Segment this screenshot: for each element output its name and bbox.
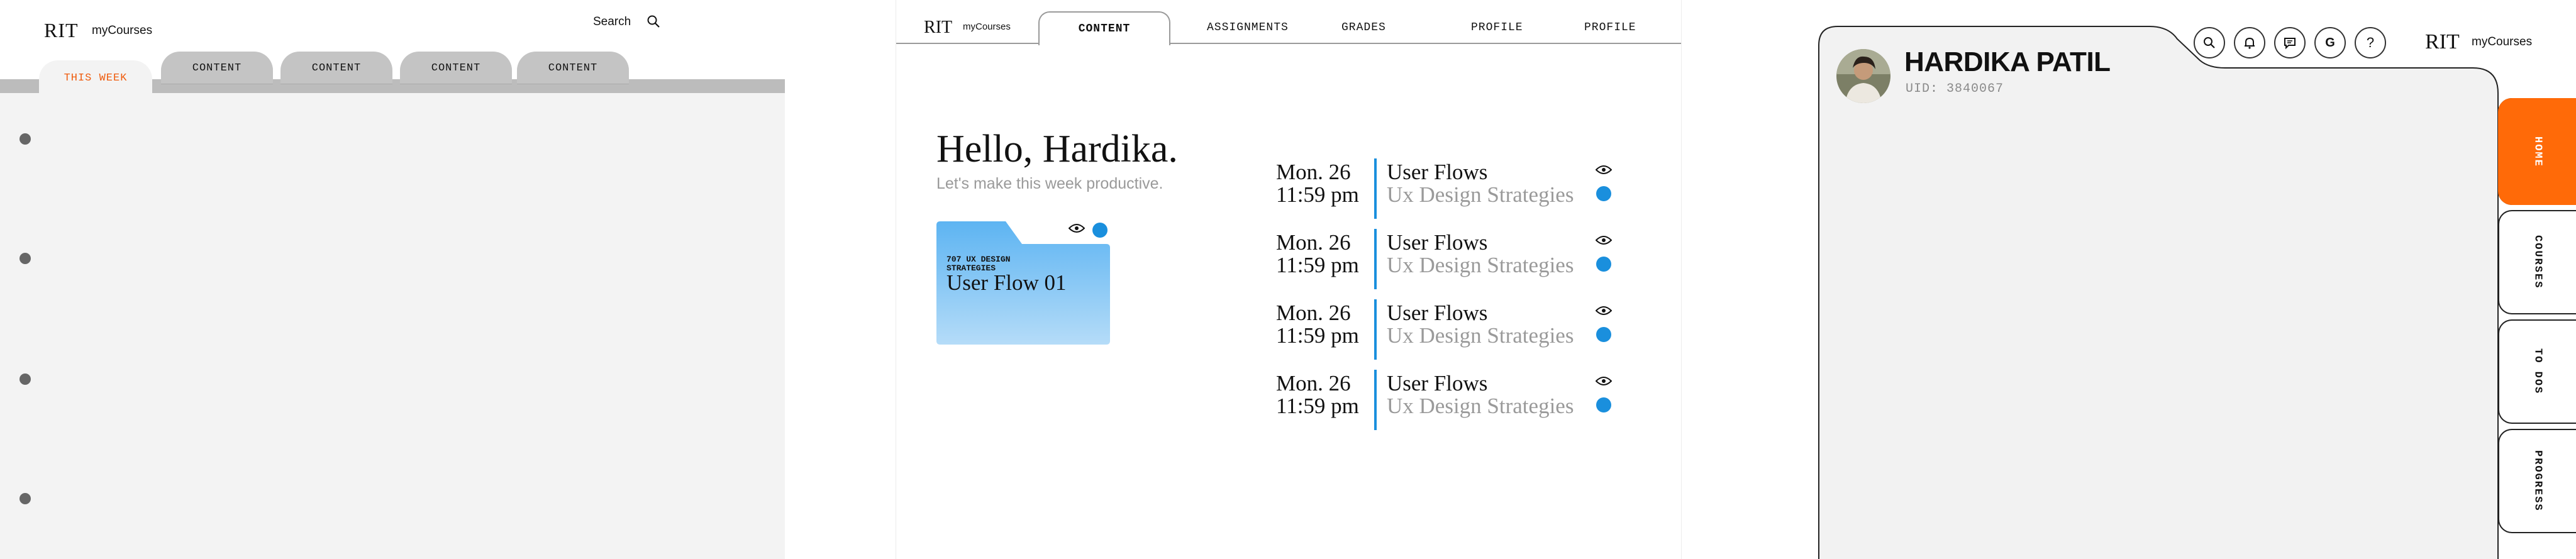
deadline-date: Mon. 26	[1276, 160, 1351, 184]
tab-label: CONTENT	[311, 62, 362, 74]
deadline-course: Ux Design Strategies	[1387, 182, 1574, 207]
tab-this-week[interactable]: THIS WEEK	[39, 60, 152, 96]
user-name: HARDIKA PATIL	[1904, 47, 2111, 77]
deadline-item[interactable]: Mon. 26 11:59 pm User Flows Ux Design St…	[1276, 229, 1628, 289]
status-dot-icon[interactable]	[1596, 397, 1611, 412]
rit-logo[interactable]: RIT	[2425, 30, 2460, 54]
deadline-divider	[1374, 299, 1377, 360]
eye-icon[interactable]	[1596, 376, 1612, 386]
tab-profile[interactable]: PROFILE	[1471, 21, 1523, 34]
tab-assignments[interactable]: ASSIGNMENTS	[1207, 21, 1289, 34]
deadline-course: Ux Design Strategies	[1387, 253, 1574, 277]
rit-logo[interactable]: RIT	[44, 19, 79, 42]
deadline-datetime: Mon. 26 11:59 pm	[1276, 231, 1359, 277]
tab-content[interactable]: CONTENT	[1038, 11, 1170, 45]
tab-label: CONTENT	[431, 62, 481, 74]
help-icon: ?	[2366, 35, 2375, 50]
help-button[interactable]: ?	[2355, 27, 2386, 58]
deadline-datetime: Mon. 26 11:59 pm	[1276, 372, 1359, 418]
google-button[interactable]: G	[2314, 27, 2346, 58]
panel-content: RIT myCourses CONTENT ASSIGNMENTS GRADES…	[896, 0, 1682, 559]
tab-grades[interactable]: GRADES	[1341, 21, 1386, 34]
side-tab-label: COURSES	[2531, 235, 2544, 289]
deadline-date: Mon. 26	[1276, 371, 1351, 396]
side-tab-todos[interactable]: TO DOS	[2498, 319, 2576, 424]
mycourses-logo[interactable]: myCourses	[963, 21, 1011, 32]
deadline-title: User Flows	[1387, 230, 1488, 255]
tab-label: CONTENT	[192, 62, 242, 74]
user-uid: UID: 3840067	[1906, 82, 2004, 96]
eye-icon[interactable]	[1069, 223, 1085, 233]
deadline-time: 11:59 pm	[1276, 323, 1359, 348]
tab-profile[interactable]: PROFILE	[1584, 21, 1636, 34]
search-icon	[2204, 37, 2215, 48]
tab-label: CONTENT	[1078, 23, 1131, 35]
deadline-title: User Flows	[1387, 371, 1488, 396]
tab-label: CONTENT	[548, 62, 598, 74]
search-label[interactable]: Search	[593, 15, 631, 29]
deadline-divider	[1374, 229, 1377, 289]
side-tab-label: HOME	[2531, 136, 2544, 167]
deadline-course: Ux Design Strategies	[1387, 394, 1574, 418]
eye-icon[interactable]	[1596, 235, 1612, 245]
tab-content[interactable]: CONTENT	[280, 52, 392, 84]
search-button[interactable]	[2194, 27, 2225, 58]
top-nav	[896, 0, 1681, 44]
deadline-divider	[1374, 158, 1377, 219]
eye-icon[interactable]	[1596, 165, 1612, 175]
status-dot-icon[interactable]	[1596, 257, 1611, 272]
deadline-time: 11:59 pm	[1276, 182, 1359, 207]
mycourses-logo[interactable]: myCourses	[92, 24, 152, 38]
deadline-date: Mon. 26	[1276, 301, 1351, 325]
binder-hole	[19, 253, 31, 264]
content-area	[0, 93, 785, 559]
status-dot-icon[interactable]	[1596, 186, 1611, 201]
status-dot-icon[interactable]	[1596, 327, 1611, 342]
tab-label: THIS WEEK	[64, 72, 128, 84]
side-tab-courses[interactable]: COURSES	[2498, 210, 2576, 314]
search-icon[interactable]	[647, 14, 660, 28]
side-tab-label: TO DOS	[2531, 348, 2544, 395]
chat-icon	[2284, 38, 2296, 50]
messages-button[interactable]	[2274, 27, 2306, 58]
avatar-photo	[1836, 49, 1890, 103]
status-dot-icon[interactable]	[1092, 223, 1108, 238]
deadline-time: 11:59 pm	[1276, 253, 1359, 277]
folder-name: User Flow 01	[947, 270, 1067, 295]
deadline-time: 11:59 pm	[1276, 394, 1359, 418]
google-icon: G	[2325, 35, 2335, 50]
tab-content[interactable]: CONTENT	[517, 52, 629, 84]
deadline-title: User Flows	[1387, 301, 1488, 325]
deadline-datetime: Mon. 26 11:59 pm	[1276, 302, 1359, 347]
greeting-subtitle: Let's make this week productive.	[936, 175, 1163, 192]
binder-hole	[19, 493, 31, 504]
panel-profile: HARDIKA PATIL UID: 3840067 G ? RIT myCou…	[1791, 0, 2576, 559]
binder-hole	[19, 374, 31, 385]
deadline-datetime: Mon. 26 11:59 pm	[1276, 161, 1359, 206]
deadline-date: Mon. 26	[1276, 230, 1351, 255]
deadline-divider	[1374, 370, 1377, 430]
panel-this-week: RIT myCourses Search THIS WEEK CONTENT C…	[0, 0, 785, 559]
greeting-heading: Hello, Hardika.	[936, 128, 1178, 170]
side-tab-label: PROGRESS	[2531, 450, 2544, 512]
side-tab-progress[interactable]: PROGRESS	[2498, 429, 2576, 533]
deadline-course: Ux Design Strategies	[1387, 323, 1574, 348]
eye-icon[interactable]	[1596, 306, 1612, 316]
bell-icon	[2245, 37, 2255, 49]
deadline-title: User Flows	[1387, 160, 1488, 184]
rit-logo[interactable]: RIT	[924, 18, 952, 38]
deadline-item[interactable]: Mon. 26 11:59 pm User Flows Ux Design St…	[1276, 370, 1628, 430]
notifications-button[interactable]	[2234, 27, 2265, 58]
binder-hole	[19, 133, 31, 145]
avatar[interactable]	[1836, 49, 1890, 103]
deadline-item[interactable]: Mon. 26 11:59 pm User Flows Ux Design St…	[1276, 299, 1628, 360]
tab-content[interactable]: CONTENT	[400, 52, 512, 84]
mycourses-logo[interactable]: myCourses	[2472, 35, 2532, 49]
deadline-item[interactable]: Mon. 26 11:59 pm User Flows Ux Design St…	[1276, 158, 1628, 219]
tab-content[interactable]: CONTENT	[161, 52, 273, 84]
side-tab-home[interactable]: HOME	[2498, 98, 2576, 205]
